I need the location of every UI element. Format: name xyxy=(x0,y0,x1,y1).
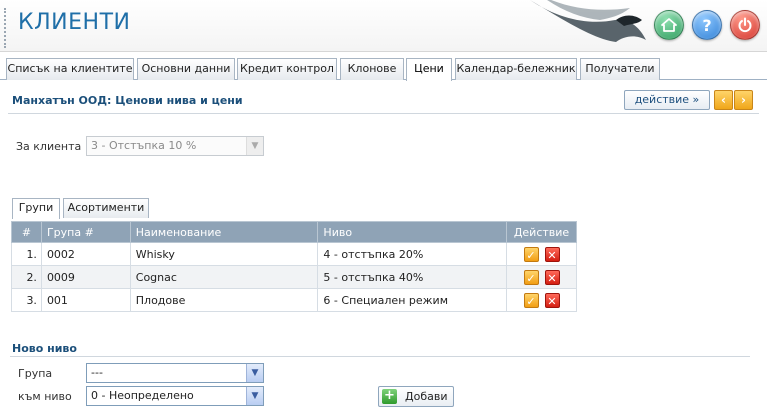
help-button[interactable]: ? xyxy=(692,10,722,40)
row-group: 0002 xyxy=(40,242,131,266)
col-group-number: Група # xyxy=(40,221,131,243)
row-actions: ✓ ✕ xyxy=(506,242,577,266)
tab-calendar-notes[interactable]: Календар-бележник xyxy=(455,58,577,80)
tab-credit-control[interactable]: Кредит контрол xyxy=(237,58,337,80)
tab-prices[interactable]: Цени xyxy=(406,58,452,81)
app-header: КЛИЕНТИ ? xyxy=(0,0,767,52)
to-level-select-value: 0 - Неопределено xyxy=(91,389,194,402)
new-level-title: Ново ниво xyxy=(12,342,77,355)
row-level: 4 - отстъпка 20% xyxy=(317,242,507,266)
client-level-value: 3 - Отстъпка 10 % xyxy=(91,139,197,152)
tab-groups[interactable]: Групи xyxy=(12,198,60,219)
question-mark-icon: ? xyxy=(702,15,712,35)
tab-recipients[interactable]: Получатели xyxy=(580,58,660,80)
app-title: КЛИЕНТИ xyxy=(18,10,131,35)
divider xyxy=(10,356,750,357)
next-button[interactable]: › xyxy=(734,90,753,110)
table-header-row: # Група # Наименование Ниво Действие xyxy=(11,221,577,243)
table-row[interactable]: 2. 0009 Cognac 5 - отстъпка 40% ✓ ✕ xyxy=(11,265,577,289)
group-label: Група xyxy=(18,367,53,380)
price-levels-table: # Група # Наименование Ниво Действие 1. … xyxy=(11,221,577,312)
row-actions: ✓ ✕ xyxy=(506,265,577,289)
row-name: Cognac xyxy=(129,265,319,289)
home-button[interactable] xyxy=(654,10,684,40)
tab-assortments[interactable]: Асортименти xyxy=(63,198,149,218)
row-name: Плодове xyxy=(129,288,319,312)
chevron-down-icon: ▼ xyxy=(246,387,263,405)
delete-x-icon[interactable]: ✕ xyxy=(544,292,560,308)
row-level: 6 - Специален режим xyxy=(317,288,507,312)
edit-check-icon[interactable]: ✓ xyxy=(523,269,539,285)
section-header: Манхатън ООД: Ценови нива и цени действи… xyxy=(8,88,759,114)
to-level-select[interactable]: 0 - Неопределено ▼ xyxy=(86,386,264,406)
tab-client-list[interactable]: Списък на клиентите xyxy=(6,58,134,80)
col-number: # xyxy=(11,221,42,243)
row-group: 0009 xyxy=(40,265,131,289)
main-tabs: Списък на клиентите Основни данни Кредит… xyxy=(0,58,767,81)
row-number: 3. xyxy=(11,288,42,312)
row-actions: ✓ ✕ xyxy=(506,288,577,312)
add-button[interactable]: + Добави xyxy=(378,386,454,407)
table-row[interactable]: 3. 001 Плодове 6 - Специален режим ✓ ✕ xyxy=(11,288,577,312)
plus-icon: + xyxy=(382,389,397,404)
row-level: 5 - отстъпка 40% xyxy=(317,265,507,289)
col-level: Ниво xyxy=(317,221,507,243)
chevron-down-icon: ▼ xyxy=(246,137,263,155)
table-row[interactable]: 1. 0002 Whisky 4 - отстъпка 20% ✓ ✕ xyxy=(11,242,577,266)
row-name: Whisky xyxy=(129,242,319,266)
power-icon xyxy=(738,17,752,33)
delete-x-icon[interactable]: ✕ xyxy=(544,269,560,285)
delete-x-icon[interactable]: ✕ xyxy=(544,246,560,262)
edit-check-icon[interactable]: ✓ xyxy=(523,292,539,308)
tab-basic-data[interactable]: Основни данни xyxy=(137,58,235,80)
page-title: Манхатън ООД: Ценови нива и цени xyxy=(12,94,243,107)
chevron-right-icon: › xyxy=(741,93,746,107)
edit-check-icon[interactable]: ✓ xyxy=(523,246,539,262)
client-level-select[interactable]: 3 - Отстъпка 10 % ▼ xyxy=(86,136,264,156)
action-button[interactable]: действие » xyxy=(624,90,710,110)
chevron-down-icon: ▼ xyxy=(246,364,263,382)
client-level-label: За клиента xyxy=(16,140,82,153)
to-level-label: към ниво xyxy=(18,390,72,403)
row-number: 2. xyxy=(11,265,42,289)
col-action: Действие xyxy=(506,221,577,243)
drag-grip[interactable] xyxy=(4,8,7,48)
chevron-left-icon: ‹ xyxy=(721,93,726,107)
col-name: Наименование xyxy=(129,221,319,243)
group-select-value: --- xyxy=(91,366,103,379)
bird-logo-image xyxy=(530,0,646,42)
row-number: 1. xyxy=(11,242,42,266)
add-button-label: Добави xyxy=(405,390,448,403)
logout-button[interactable] xyxy=(730,10,760,40)
group-select[interactable]: --- ▼ xyxy=(86,363,264,383)
row-group: 001 xyxy=(40,288,131,312)
prev-button[interactable]: ‹ xyxy=(714,90,733,110)
home-icon xyxy=(661,18,677,32)
tab-branches[interactable]: Клонове xyxy=(340,58,404,80)
